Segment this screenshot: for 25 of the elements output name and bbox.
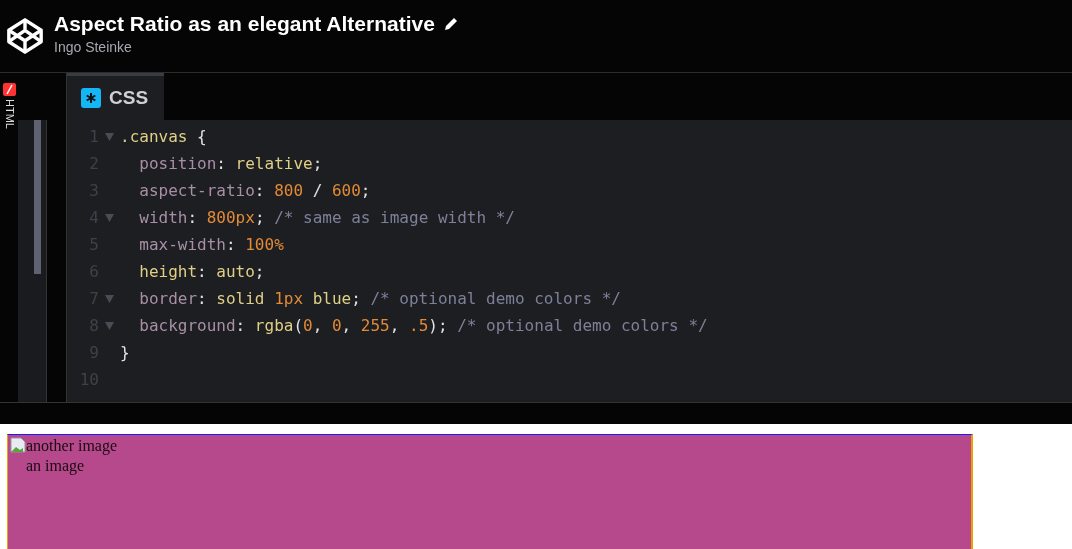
image-alt-text: another image xyxy=(26,437,118,455)
scrollbar[interactable] xyxy=(34,120,41,274)
css-tab[interactable]: CSS xyxy=(67,73,165,120)
code-line: height: auto; xyxy=(138,262,265,281)
code-line: position: relative; xyxy=(138,154,323,173)
fold-arrow-icon[interactable] xyxy=(104,321,114,330)
pen-title: Aspect Ratio as an elegant Alternative xyxy=(54,11,435,36)
code-line: .canvas { xyxy=(119,127,207,146)
fold-arrow-icon[interactable] xyxy=(104,132,114,141)
asterisk-badge-icon xyxy=(81,88,101,108)
broken-image-icon xyxy=(10,437,26,453)
resize-bar[interactable] xyxy=(0,402,1072,424)
image-alt-text: an image xyxy=(26,457,85,475)
fold-arrow-icon[interactable] xyxy=(104,213,114,222)
code-line: max-width: 100% xyxy=(138,235,284,254)
author-name[interactable]: Ingo Steinke xyxy=(54,38,459,55)
cube-logo-icon[interactable] xyxy=(6,17,44,55)
fold-arrow-icon[interactable] xyxy=(104,294,114,303)
code-line: background: rgba(0, 0, 255, .5); /* optional demo colors */ xyxy=(138,316,708,335)
html-badge-icon xyxy=(2,83,16,96)
code-line: border: solid 1px blue; /* optional demo colors */ xyxy=(138,289,621,308)
code-line: } xyxy=(119,343,130,362)
code-line: aspect-ratio: 800 / 600; xyxy=(138,181,371,200)
code-line: width: 800px; /* same as image width */ xyxy=(138,208,515,227)
pencil-icon[interactable] xyxy=(442,15,459,32)
